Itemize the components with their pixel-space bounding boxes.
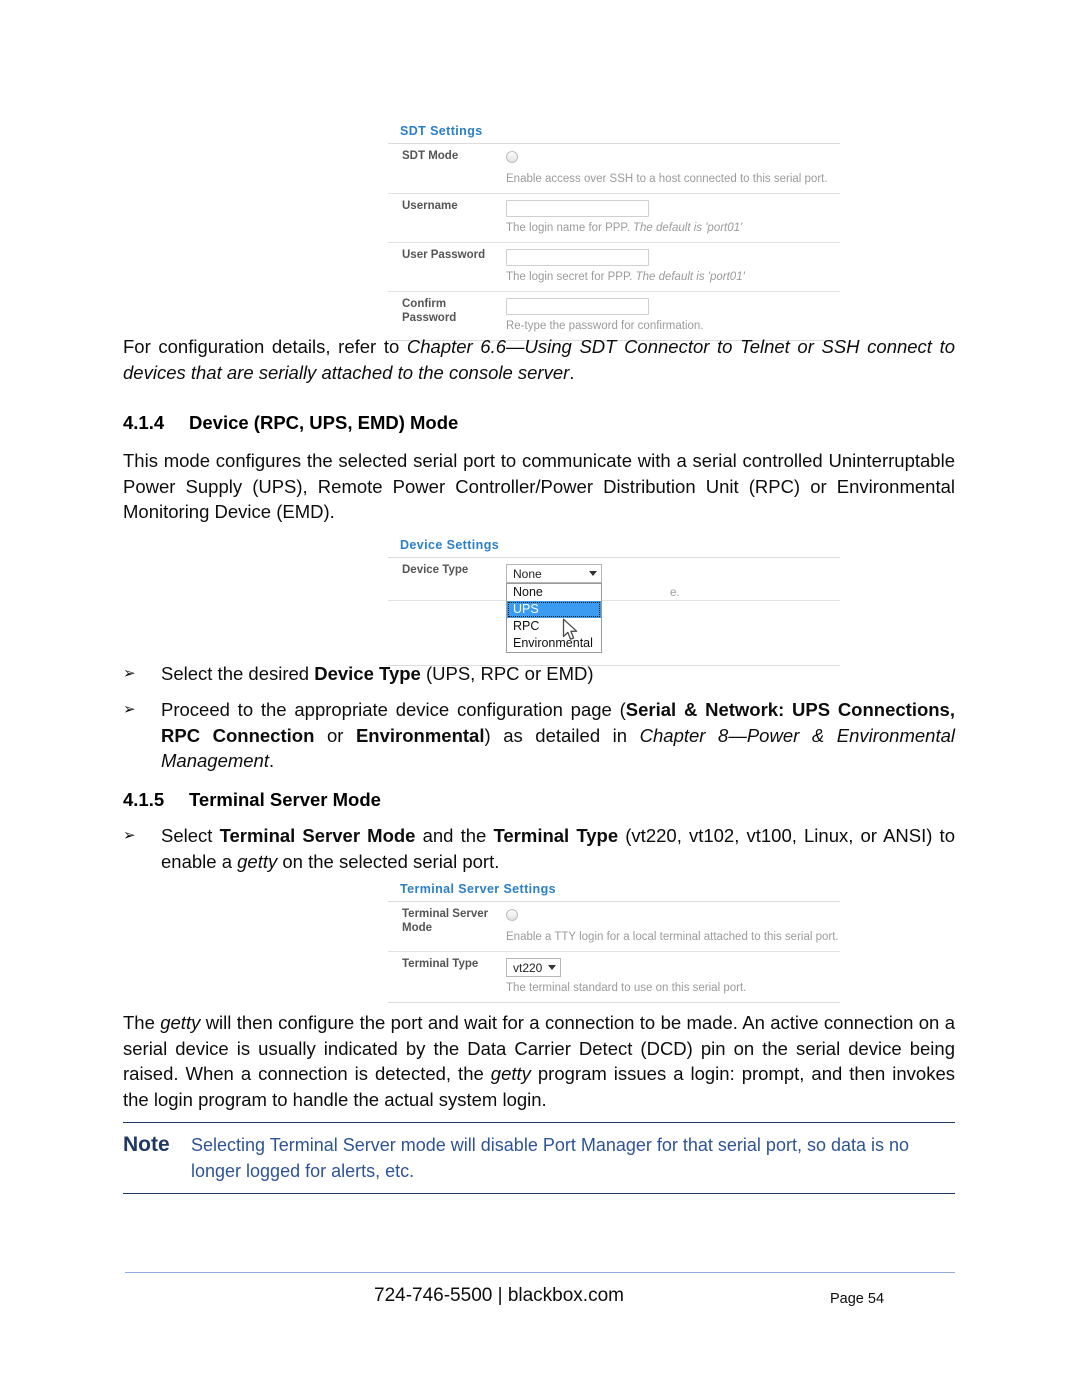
bullet-terminal-server-mode: ➢ Select Terminal Server Mode and the Te… [123,823,955,874]
terminal-server-settings-title: Terminal Server Settings [388,882,840,902]
bullet-device-type-p2: (UPS, RPC or EMD) [420,663,594,684]
user-password-field-wrap: The login secret for PPP. The default is… [500,249,840,285]
bullet-terminal-b2: Terminal Type [493,825,619,846]
document-page: SDT Settings SDT Mode Enable access over… [0,0,1080,1397]
footer-contact: 724-746-5500 | blackbox.com [374,1285,624,1306]
terminal-server-mode-row: Terminal Server Mode Enable a TTY login … [388,902,840,952]
getty-p1: The [123,1012,161,1033]
terminal-type-field: vt220 The terminal standard to use on th… [500,958,840,996]
heading-4-1-4-number: 4.1.4 [123,412,165,433]
chevron-down-icon [589,571,597,576]
terminal-server-mode-label: Terminal Server Mode [402,908,489,934]
bullet-select-device-type-text: Select the desired Device Type (UPS, RPC… [161,661,955,687]
bullet-terminal-p1: Select [161,825,220,846]
terminal-server-mode-radio[interactable] [506,909,518,921]
getty-italic-2: getty [490,1063,531,1084]
username-help-plain: The login name for PPP. [506,222,633,234]
bullet-terminal-b1: Terminal Server Mode [219,825,416,846]
sdt-mode-label: SDT Mode [402,150,459,162]
user-password-label: User Password [402,249,486,261]
terminal-type-select[interactable]: vt220 [506,958,561,977]
username-help: The login name for PPP. The default is '… [506,221,840,236]
terminal-server-settings-screenshot: Terminal Server Settings Terminal Server… [388,882,840,1003]
heading-4-1-4: 4.1.4 Device (RPC, UPS, EMD) Mode [123,412,458,434]
bullet-terminal-p4: on the selected serial port. [277,850,500,872]
confirm-password-help: Re-type the password for confirmation. [506,320,704,332]
bullet-arrow-icon: ➢ [123,664,136,682]
heading-4-1-4-title: Device (RPC, UPS, EMD) Mode [189,412,459,433]
bullet-device-type-bold: Device Type [314,663,421,684]
chevron-down-icon [548,965,557,970]
sdt-settings-screenshot: SDT Settings SDT Mode Enable access over… [388,124,840,341]
terminal-type-label: Terminal Type [402,958,479,970]
heading-4-1-5: 4.1.5 Terminal Server Mode [123,789,381,811]
bullet-proceed-b2: Environmental [355,724,485,746]
footer-divider [125,1272,955,1273]
intro-paragraph: For configuration details, refer to Chap… [123,334,955,385]
confirm-password-field-wrap: Re-type the password for confirmation. [500,298,840,334]
user-password-help-italic: The default is 'port01' [635,271,745,283]
username-field-wrap: The login name for PPP. The default is '… [500,200,840,236]
bullet-proceed-p4: . [268,750,275,771]
bullet-proceed-p2: or [314,724,356,746]
sdt-mode-radio[interactable] [506,151,518,163]
footer-page-number: Page 54 [830,1291,885,1307]
device-type-label: Device Type [402,564,469,576]
confirm-password-label: Confirm Password [402,298,457,324]
device-type-row: Device Type None e. None UPS RPC Environ… [388,558,840,653]
device-type-option-ups[interactable]: UPS [507,601,601,618]
bullet-arrow-icon: ➢ [123,700,136,718]
device-type-option-environmental[interactable]: Environmental [507,635,601,652]
sdt-mode-field: Enable access over SSH to a host connect… [500,150,840,187]
device-type-selected-value: None [513,566,542,581]
bullet-proceed-config-page: ➢ Proceed to the appropriate device conf… [123,697,955,774]
bullet-terminal-text: Select Terminal Server Mode and the Term… [161,823,955,874]
intro-tail: . [569,361,575,383]
user-password-help-plain: The login secret for PPP. [506,271,636,283]
heading-4-1-5-number: 4.1.5 [123,789,165,810]
device-settings-screenshot: Device Settings Device Type None e. None… [388,538,840,666]
bullet-proceed-p1: Proceed to the appropriate device config… [161,699,626,720]
sdt-settings-title: SDT Settings [388,124,840,144]
bullet-proceed-text: Proceed to the appropriate device config… [161,697,955,774]
device-settings-title: Device Settings [388,538,840,558]
note-text: Selecting Terminal Server mode will disa… [191,1135,910,1181]
device-type-options-list[interactable]: None UPS RPC Environmental [506,583,602,653]
bullet-device-type-p1: Select the desired [161,663,315,684]
note-block: Note Selecting Terminal Server mode will… [123,1122,955,1194]
confirm-password-input[interactable] [506,298,649,315]
terminal-type-selected-value: vt220 [513,960,543,975]
device-type-select[interactable]: None [506,564,602,583]
bullet-terminal-getty: getty [237,850,278,872]
terminal-type-row: Terminal Type vt220 The terminal standar… [388,952,840,1003]
device-type-option-rpc[interactable]: RPC [507,618,601,635]
user-password-input[interactable] [506,249,649,266]
bullet-proceed-p3: ) as detailed in [484,724,640,746]
heading-4-1-5-title: Terminal Server Mode [189,789,381,810]
device-type-help-fragment: e. [670,587,680,599]
device-type-field: None e. None UPS RPC Environmental [500,564,840,653]
bullet-arrow-icon: ➢ [123,826,136,844]
username-label: Username [402,200,458,212]
getty-paragraph: The getty will then configure the port a… [123,1010,955,1112]
terminal-server-mode-help: Enable a TTY login for a local terminal … [506,931,839,943]
terminal-server-mode-field: Enable a TTY login for a local terminal … [500,908,840,945]
intro-lead: For configuration details, refer to [123,336,407,357]
user-password-row: User Password The login secret for PPP. … [388,243,840,292]
username-row: Username The login name for PPP. The def… [388,194,840,243]
bullet-select-device-type: ➢ Select the desired Device Type (UPS, R… [123,661,955,687]
device-settings-spacer-row [388,601,840,666]
sdt-mode-help: Enable access over SSH to a host connect… [506,173,828,185]
terminal-type-help: The terminal standard to use on this ser… [506,982,747,994]
username-help-italic: The default is 'port01' [633,222,743,234]
note-label: Note [123,1133,170,1156]
username-input[interactable] [506,200,649,217]
user-password-help: The login secret for PPP. The default is… [506,270,840,285]
section-4-1-4-paragraph: This mode configures the selected serial… [123,450,955,522]
bullet-terminal-p2: and the [415,825,494,846]
sdt-mode-row: SDT Mode Enable access over SSH to a hos… [388,144,840,194]
getty-italic-1: getty [160,1012,201,1033]
device-type-option-none[interactable]: None [507,584,601,601]
